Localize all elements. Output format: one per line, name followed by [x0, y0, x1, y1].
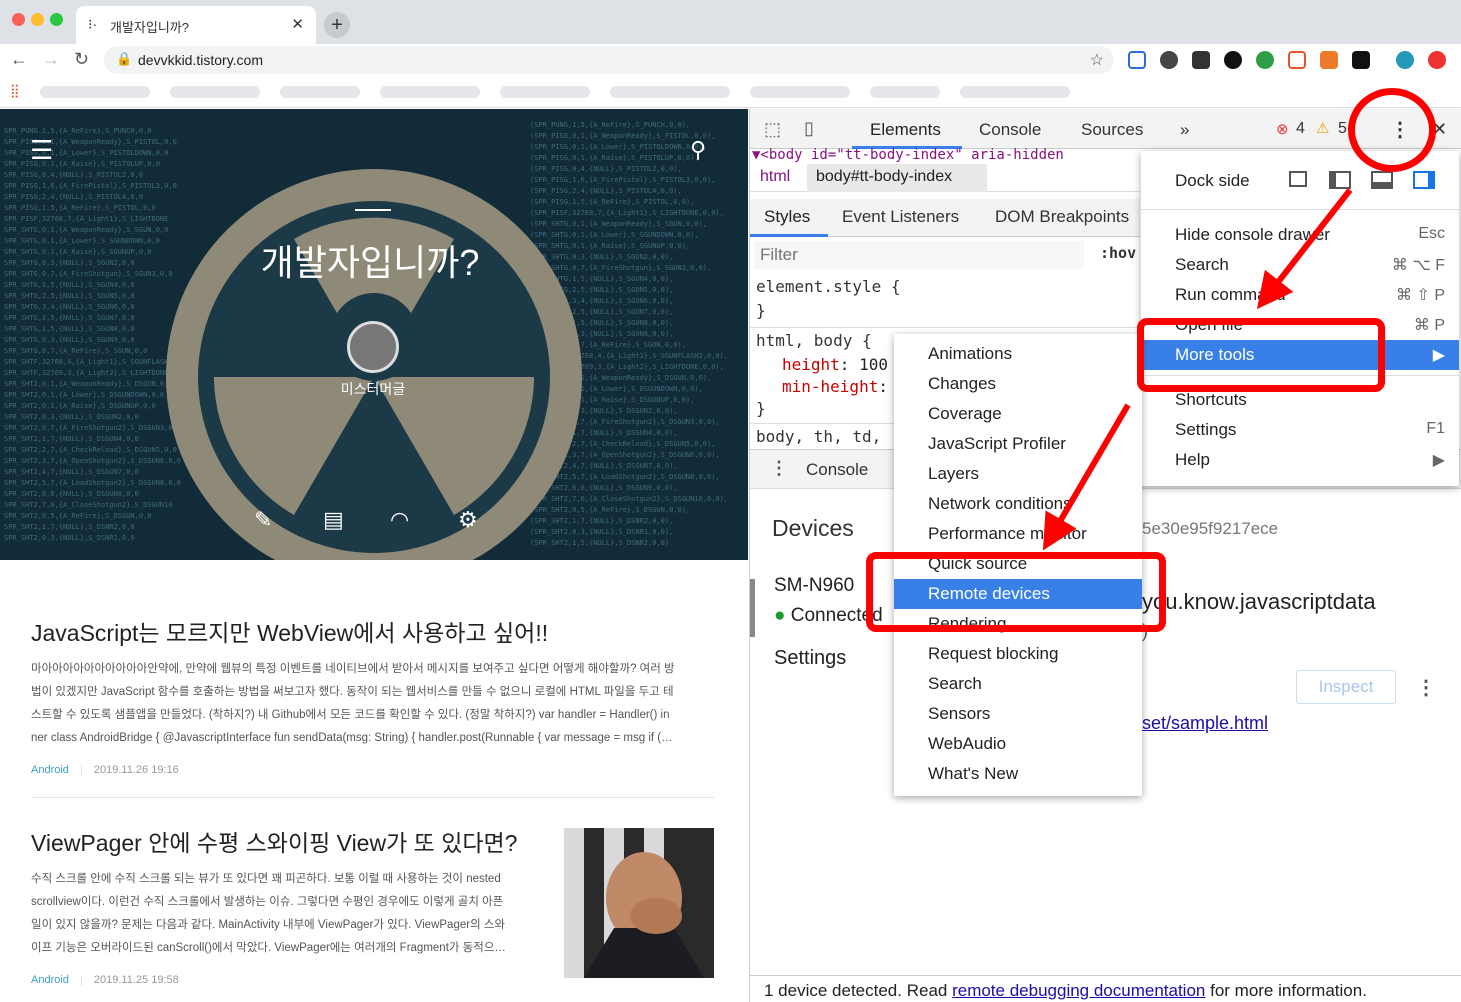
annotation-arrow — [1042, 403, 1131, 551]
annotation-arrows — [1042, 188, 1353, 551]
annotation-arrow — [1256, 188, 1353, 310]
